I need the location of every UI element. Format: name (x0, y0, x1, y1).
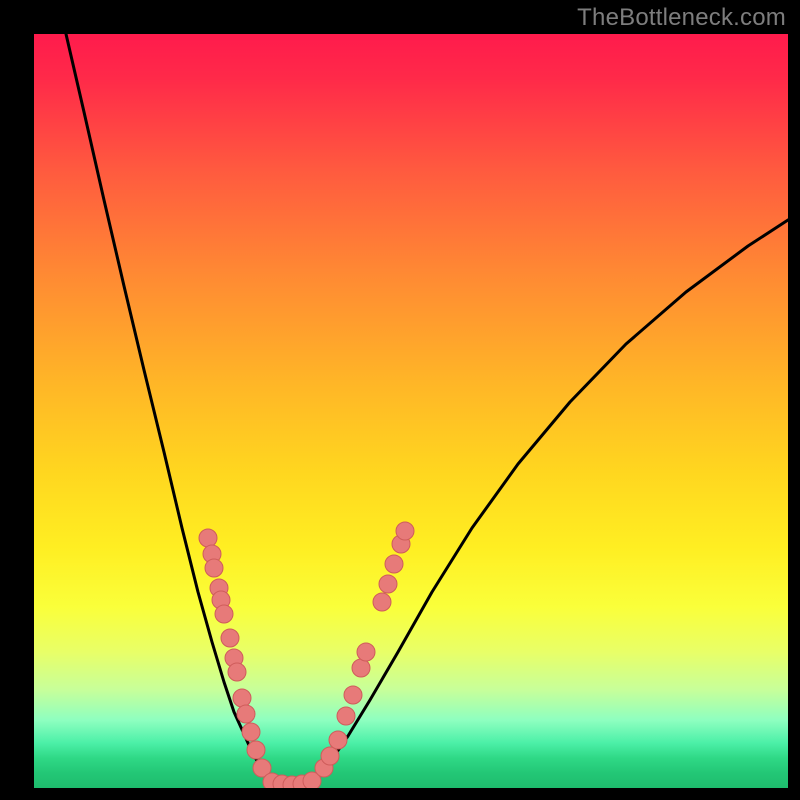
data-dot (385, 555, 403, 573)
data-dot (233, 689, 251, 707)
data-dot (352, 659, 370, 677)
bottleneck-curve (66, 34, 788, 785)
data-dot (221, 629, 239, 647)
data-dot (337, 707, 355, 725)
data-dot (242, 723, 260, 741)
data-dot (237, 705, 255, 723)
data-dot (396, 522, 414, 540)
chart-svg (34, 34, 788, 788)
data-dots (199, 522, 414, 788)
data-dot (199, 529, 217, 547)
v-curve-path (66, 34, 788, 785)
data-dot (357, 643, 375, 661)
data-dot (344, 686, 362, 704)
plot-area (34, 34, 788, 788)
data-dot (321, 747, 339, 765)
data-dot (215, 605, 233, 623)
watermark-text: TheBottleneck.com (577, 4, 786, 32)
data-dot (373, 593, 391, 611)
data-dot (228, 663, 246, 681)
data-dot (247, 741, 265, 759)
data-dot (329, 731, 347, 749)
outer-frame: TheBottleneck.com (0, 0, 800, 800)
data-dot (379, 575, 397, 593)
data-dot (205, 559, 223, 577)
